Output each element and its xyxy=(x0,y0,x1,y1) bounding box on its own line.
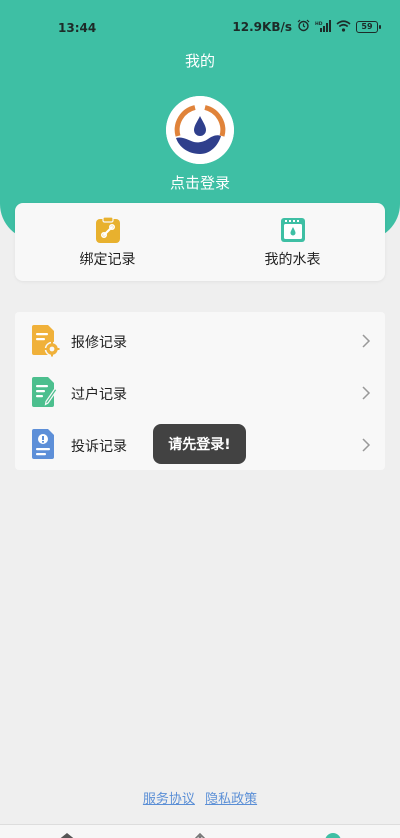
login-required-toast: 请先登录! xyxy=(153,424,246,464)
my-water-meter-button[interactable]: 我的水表 xyxy=(200,203,385,281)
transfer-records-item[interactable]: 过户记录 xyxy=(15,366,385,418)
water-meter-icon xyxy=(279,216,307,244)
status-right: 12.9KB/s HD 59 xyxy=(232,19,381,35)
bind-records-button[interactable]: 绑定记录 xyxy=(15,203,200,281)
hd-signal-icon: HD xyxy=(315,19,331,35)
chevron-right-icon xyxy=(361,385,371,400)
status-bar: 13:44 12.9KB/s HD 59 xyxy=(0,0,400,40)
quick-actions-card: 绑定记录 我的水表 xyxy=(15,203,385,281)
svg-text:HD: HD xyxy=(315,21,323,27)
my-water-meter-label: 我的水表 xyxy=(264,252,321,268)
complaint-records-label: 投诉记录 xyxy=(71,439,127,455)
battery-icon: 59 xyxy=(356,21,381,33)
transfer-document-icon xyxy=(30,376,60,410)
service-agreement-link[interactable]: 服务协议 xyxy=(143,792,195,807)
repair-records-item[interactable]: 报修记录 xyxy=(15,314,385,366)
home-icon[interactable] xyxy=(56,827,78,838)
transfer-records-label: 过户记录 xyxy=(71,387,127,403)
footer-links: 服务协议 隐私政策 xyxy=(0,788,400,807)
network-speed: 12.9KB/s xyxy=(232,20,292,34)
status-time: 13:44 xyxy=(58,21,97,35)
privacy-policy-link[interactable]: 隐私政策 xyxy=(205,792,257,807)
service-icon[interactable] xyxy=(189,827,211,838)
login-link[interactable]: 点击登录 xyxy=(0,172,400,193)
water-logo-icon xyxy=(166,96,234,164)
chevron-right-icon xyxy=(361,437,371,452)
bind-records-label: 绑定记录 xyxy=(79,252,136,268)
avatar[interactable] xyxy=(166,96,234,164)
wifi-icon xyxy=(336,19,351,35)
clipboard-link-icon xyxy=(94,216,122,244)
chevron-right-icon xyxy=(361,333,371,348)
bottom-nav xyxy=(0,824,400,838)
alarm-icon xyxy=(297,19,310,35)
complaint-document-icon xyxy=(30,428,60,462)
page-title: 我的 xyxy=(184,52,215,70)
repair-records-label: 报修记录 xyxy=(71,335,127,351)
profile-icon[interactable] xyxy=(322,827,344,838)
repair-document-icon xyxy=(30,324,60,358)
